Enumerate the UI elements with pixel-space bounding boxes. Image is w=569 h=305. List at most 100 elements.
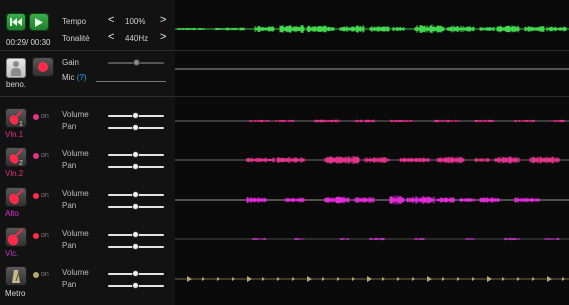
track-name: Metro bbox=[5, 289, 26, 298]
pan-slider-handle[interactable] bbox=[133, 164, 138, 169]
tonality-increase-button[interactable]: > bbox=[160, 32, 166, 43]
time-display: 00:29/ 00:30 bbox=[6, 38, 51, 47]
volume-label: Volume bbox=[62, 268, 89, 277]
pan-label: Pan bbox=[62, 201, 77, 210]
beat-tick bbox=[337, 277, 340, 281]
track-on-toggle[interactable] bbox=[33, 153, 39, 159]
tonality-decrease-button[interactable]: < bbox=[108, 32, 114, 43]
pan-slider-handle[interactable] bbox=[133, 283, 138, 288]
beat-tick bbox=[277, 277, 280, 281]
pan-label: Pan bbox=[62, 122, 77, 131]
divider bbox=[0, 96, 569, 97]
track-waveform[interactable] bbox=[175, 188, 569, 212]
rewind-icon bbox=[10, 18, 22, 26]
beat-tick bbox=[307, 276, 312, 282]
play-icon bbox=[35, 17, 43, 27]
track-waveform[interactable] bbox=[175, 110, 569, 132]
user-name: beno. bbox=[6, 80, 27, 89]
metronome-button[interactable] bbox=[5, 266, 27, 286]
record-button[interactable] bbox=[32, 57, 54, 77]
beat-tick bbox=[367, 276, 372, 282]
beat-tick bbox=[397, 277, 400, 281]
recording-waveform[interactable] bbox=[175, 58, 569, 80]
beat-tick bbox=[412, 277, 415, 281]
volume-slider-handle[interactable] bbox=[133, 271, 138, 276]
cello-icon bbox=[7, 228, 24, 246]
beat-tick bbox=[322, 277, 325, 281]
track-on-toggle[interactable] bbox=[33, 193, 39, 199]
beat-tick bbox=[502, 277, 505, 281]
track-name: Vlc. bbox=[5, 249, 19, 258]
avatar[interactable] bbox=[6, 58, 26, 78]
tempo-label: Tempo bbox=[62, 17, 87, 26]
pan-slider-handle[interactable] bbox=[133, 244, 138, 249]
beat-tick bbox=[247, 276, 252, 282]
tempo-increase-button[interactable]: > bbox=[160, 15, 166, 26]
on-label: on bbox=[41, 232, 49, 239]
pan-label: Pan bbox=[62, 280, 77, 289]
beat-tick bbox=[472, 277, 475, 281]
volume-label: Volume bbox=[62, 149, 89, 158]
violin-icon: 2 bbox=[9, 149, 23, 167]
pan-slider-handle[interactable] bbox=[133, 125, 138, 130]
cello-instrument-button[interactable] bbox=[5, 227, 27, 247]
pan-slider-handle[interactable] bbox=[133, 204, 138, 209]
beat-tick bbox=[262, 277, 265, 281]
svg-text:1: 1 bbox=[19, 121, 23, 128]
alto-instrument-button[interactable] bbox=[5, 187, 27, 207]
track-on-toggle[interactable] bbox=[33, 114, 39, 120]
beat-tick bbox=[187, 276, 192, 282]
tonality-label: Tonalité bbox=[62, 34, 90, 43]
volume-label: Volume bbox=[62, 229, 89, 238]
violin-2-instrument-button[interactable]: 2 bbox=[5, 147, 27, 167]
volume-slider-handle[interactable] bbox=[133, 192, 138, 197]
metronome-icon bbox=[12, 270, 20, 283]
beat-tick bbox=[457, 277, 460, 281]
mic-help-link[interactable]: (?) bbox=[77, 73, 87, 82]
beat-tick bbox=[232, 277, 235, 281]
volume-label: Volume bbox=[62, 110, 89, 119]
pan-label: Pan bbox=[62, 161, 77, 170]
tempo-decrease-button[interactable]: < bbox=[108, 15, 114, 26]
on-label: on bbox=[41, 192, 49, 199]
beat-tick bbox=[352, 277, 355, 281]
track-name: Alto bbox=[5, 209, 19, 218]
mic-select[interactable] bbox=[96, 81, 166, 82]
master-waveform[interactable] bbox=[175, 18, 569, 40]
track-waveform[interactable] bbox=[175, 228, 569, 250]
on-label: on bbox=[41, 152, 49, 159]
gain-slider-handle[interactable] bbox=[134, 60, 139, 65]
beat-tick bbox=[517, 277, 520, 281]
beat-tick bbox=[217, 277, 220, 281]
track-name: Vln.2 bbox=[5, 169, 24, 178]
tonality-value: 440Hz bbox=[125, 34, 149, 43]
gain-label: Gain bbox=[62, 58, 79, 67]
beat-tick bbox=[532, 277, 535, 281]
track-waveform[interactable] bbox=[175, 148, 569, 172]
viola-icon bbox=[9, 189, 24, 205]
volume-slider-handle[interactable] bbox=[133, 113, 138, 118]
violin-icon: 1 bbox=[9, 110, 23, 128]
track-on-toggle[interactable] bbox=[33, 233, 39, 239]
metronome-waveform[interactable] bbox=[175, 268, 569, 290]
tempo-value: 100% bbox=[125, 17, 146, 26]
beat-tick bbox=[562, 277, 565, 281]
beat-tick bbox=[427, 276, 432, 282]
volume-slider-handle[interactable] bbox=[133, 152, 138, 157]
divider bbox=[0, 50, 569, 51]
volume-label: Volume bbox=[62, 189, 89, 198]
svg-text:2: 2 bbox=[19, 160, 23, 167]
on-label: on bbox=[41, 113, 49, 120]
pan-label: Pan bbox=[62, 241, 77, 250]
beat-tick bbox=[292, 277, 295, 281]
on-label: on bbox=[41, 271, 49, 278]
track-on-toggle[interactable] bbox=[33, 272, 39, 278]
beat-tick bbox=[202, 277, 205, 281]
beat-tick bbox=[547, 276, 552, 282]
beat-tick bbox=[382, 277, 385, 281]
violin-1-instrument-button[interactable]: 1 bbox=[5, 108, 27, 128]
volume-slider-handle[interactable] bbox=[133, 232, 138, 237]
record-icon bbox=[38, 62, 48, 72]
rewind-button[interactable] bbox=[6, 13, 26, 31]
play-button[interactable] bbox=[29, 13, 49, 31]
